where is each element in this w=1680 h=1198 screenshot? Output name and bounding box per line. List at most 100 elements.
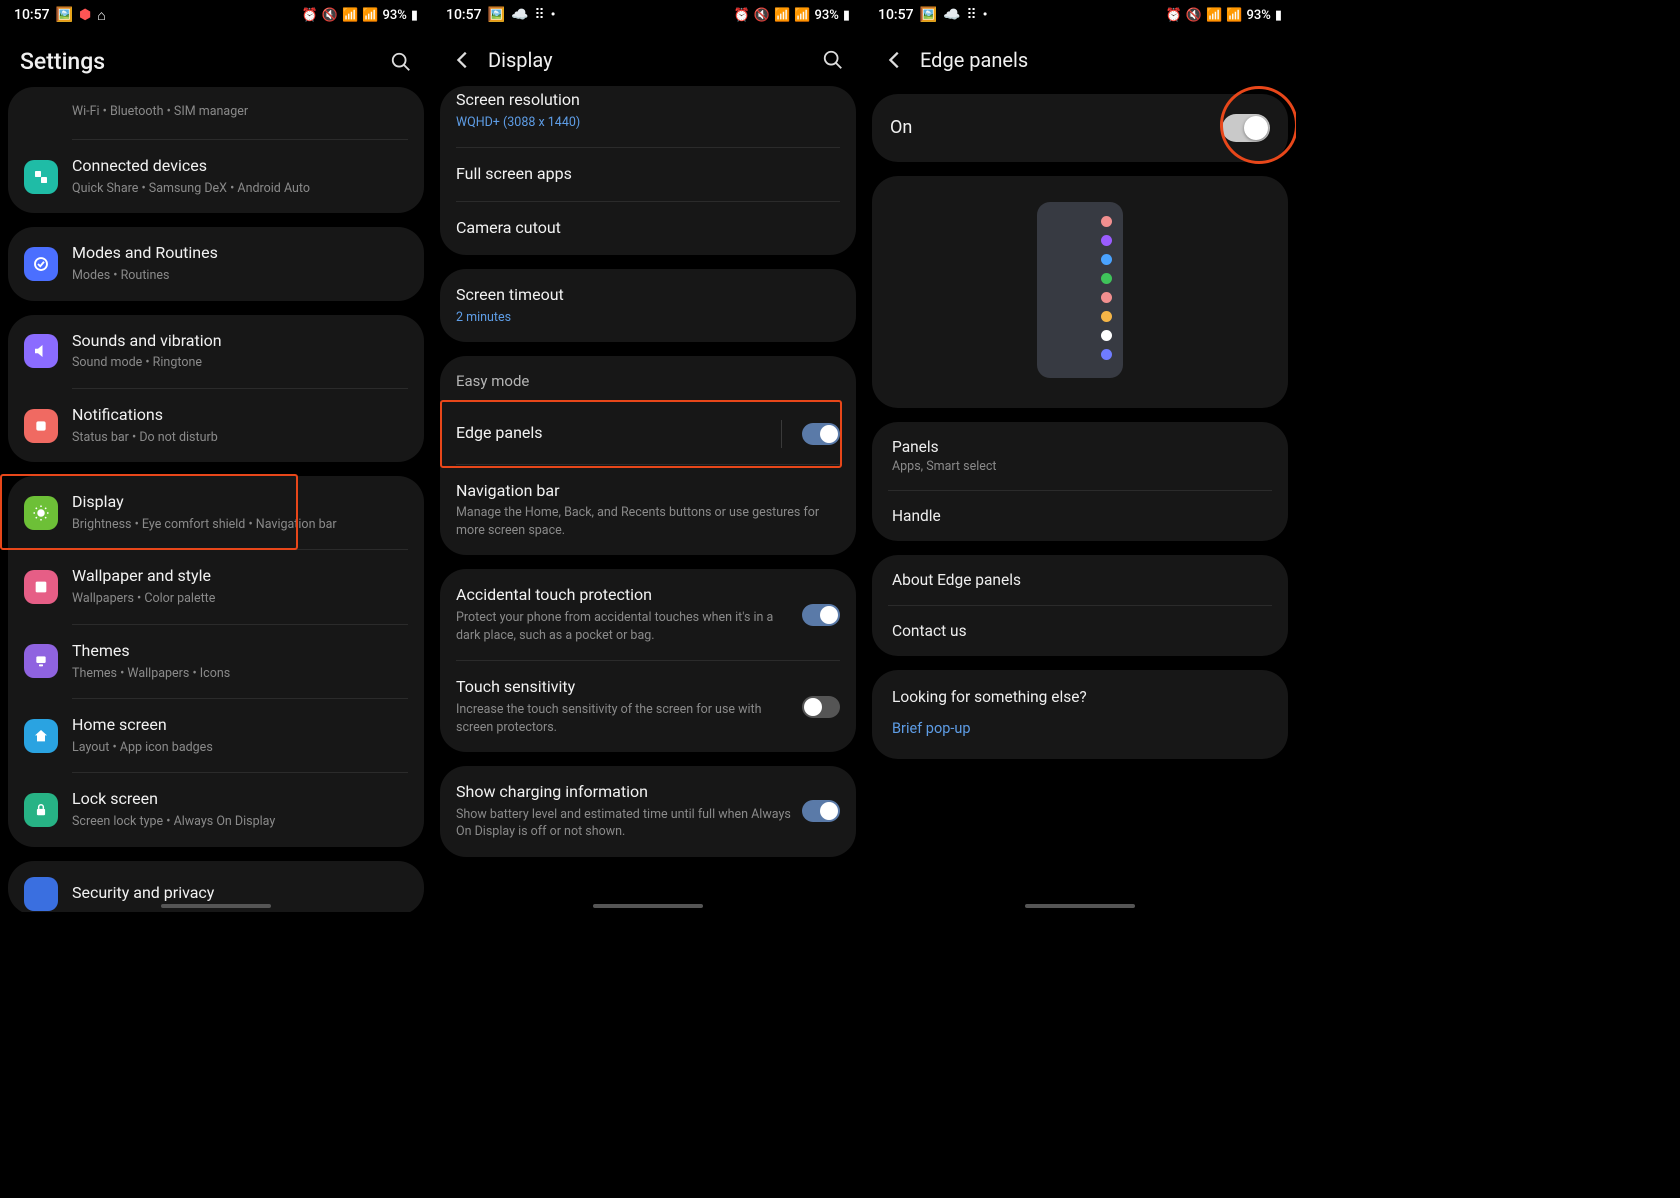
nav-indicator bbox=[161, 904, 271, 908]
brief-popup-link[interactable]: Brief pop-up bbox=[892, 720, 1268, 737]
back-button[interactable] bbox=[452, 49, 474, 71]
row-title: Camera cutout bbox=[456, 218, 840, 239]
search-button[interactable] bbox=[822, 49, 844, 71]
row-sub: Protect your phone from accidental touch… bbox=[456, 609, 792, 644]
row-lock-screen[interactable]: Lock screen Screen lock type • Always On… bbox=[8, 773, 424, 846]
row-navigation-bar[interactable]: Navigation bar Manage the Home, Back, an… bbox=[440, 465, 856, 556]
status-app-icon: ⬢ bbox=[79, 7, 91, 23]
row-title: Screen timeout bbox=[456, 285, 840, 306]
row-screen-timeout[interactable]: Screen timeout 2 minutes bbox=[440, 269, 856, 342]
wallpaper-icon bbox=[24, 570, 58, 604]
lock-screen-icon bbox=[24, 793, 58, 827]
row-sounds[interactable]: Sounds and vibration Sound mode • Ringto… bbox=[8, 315, 424, 388]
row-sub: Manage the Home, Back, and Recents butto… bbox=[456, 504, 840, 539]
display-icon bbox=[24, 496, 58, 530]
search-button[interactable] bbox=[390, 51, 412, 73]
display-header: Display bbox=[432, 30, 864, 94]
row-full-screen-apps[interactable]: Full screen apps bbox=[440, 148, 856, 201]
row-sub: Wallpapers • Color palette bbox=[72, 590, 408, 608]
row-sub: Modes • Routines bbox=[72, 267, 408, 285]
preview-box bbox=[1037, 202, 1123, 378]
row-title: Notifications bbox=[72, 405, 408, 426]
row-connections-partial[interactable]: Wi-Fi • Bluetooth • SIM manager bbox=[8, 87, 424, 139]
card-panels-handle: Panels Apps, Smart select Handle bbox=[872, 422, 1288, 541]
back-button[interactable] bbox=[884, 49, 906, 71]
row-title: Easy mode bbox=[456, 372, 840, 392]
nav-indicator bbox=[1025, 904, 1135, 908]
card-resolution-group: Screen resolution WQHD+ (3088 x 1440) Fu… bbox=[440, 86, 856, 255]
row-title: Edge panels bbox=[456, 423, 775, 444]
accidental-touch-toggle[interactable] bbox=[802, 604, 840, 626]
row-charging-info[interactable]: Show charging information Show battery l… bbox=[440, 766, 856, 857]
row-touch-sensitivity[interactable]: Touch sensitivity Increase the touch sen… bbox=[440, 661, 856, 752]
row-themes[interactable]: Themes Themes • Wallpapers • Icons bbox=[8, 625, 424, 698]
row-handle[interactable]: Handle bbox=[872, 491, 1288, 541]
battery-icon: ▮ bbox=[411, 8, 418, 23]
preview-dot bbox=[1101, 273, 1112, 284]
row-accidental-touch[interactable]: Accidental touch protection Protect your… bbox=[440, 569, 856, 660]
settings-card-display-group: Display Brightness • Eye comfort shield … bbox=[8, 476, 424, 846]
row-sub: WQHD+ (3088 x 1440) bbox=[456, 114, 840, 132]
row-title: Wallpaper and style bbox=[72, 566, 408, 587]
row-title: Themes bbox=[72, 641, 408, 662]
edge-panels-toggle[interactable] bbox=[802, 423, 840, 445]
page-title: Display bbox=[488, 48, 822, 72]
row-title: Accidental touch protection bbox=[456, 585, 792, 606]
signal-icon: 📶 bbox=[362, 8, 378, 23]
row-sub: 2 minutes bbox=[456, 309, 840, 327]
row-panels[interactable]: Panels Apps, Smart select bbox=[872, 422, 1288, 490]
row-connected-devices[interactable]: Connected devices Quick Share • Samsung … bbox=[8, 140, 424, 213]
edge-master-toggle[interactable] bbox=[1222, 114, 1270, 142]
row-home-screen[interactable]: Home screen Layout • App icon badges bbox=[8, 699, 424, 772]
row-title: Touch sensitivity bbox=[456, 677, 792, 698]
row-on-toggle[interactable]: On bbox=[872, 94, 1288, 162]
row-contact-us[interactable]: Contact us bbox=[872, 606, 1288, 656]
row-title: Full screen apps bbox=[456, 164, 840, 185]
toggle-divider bbox=[781, 420, 782, 448]
modes-icon bbox=[24, 247, 58, 281]
row-sub: Show battery level and estimated time un… bbox=[456, 806, 792, 841]
status-time: 10:57 bbox=[14, 7, 50, 23]
row-sub: Status bar • Do not disturb bbox=[72, 429, 408, 447]
status-bar: 10:57 🖼️ ⬢ ⌂ ⏰ 🔇 📶 📶 93% ▮ bbox=[0, 0, 432, 30]
row-title: Security and privacy bbox=[72, 883, 408, 904]
row-title: Navigation bar bbox=[456, 481, 840, 502]
mute-icon: 🔇 bbox=[322, 8, 338, 23]
status-time: 10:57 bbox=[446, 7, 482, 23]
touch-sensitivity-toggle[interactable] bbox=[802, 696, 840, 718]
row-notifications[interactable]: Notifications Status bar • Do not distur… bbox=[8, 389, 424, 462]
preview-dot bbox=[1101, 311, 1112, 322]
row-display[interactable]: Display Brightness • Eye comfort shield … bbox=[8, 476, 424, 549]
notifications-icon bbox=[24, 409, 58, 443]
status-bar: 10:57 🖼️ ☁️ ⠿ • ⏰ 🔇 📶 📶 93% ▮ bbox=[864, 0, 1296, 30]
status-home-icon: ⌂ bbox=[97, 7, 105, 24]
row-sub: Apps, Smart select bbox=[892, 459, 1268, 474]
settings-card-connections: Wi-Fi • Bluetooth • SIM manager Connecte… bbox=[8, 87, 424, 213]
row-sub: Increase the touch sensitivity of the sc… bbox=[456, 701, 792, 736]
row-title: Modes and Routines bbox=[72, 243, 408, 264]
row-title: Connected devices bbox=[72, 156, 408, 177]
row-wallpaper[interactable]: Wallpaper and style Wallpapers • Color p… bbox=[8, 550, 424, 623]
row-sub: Wi-Fi • Bluetooth • SIM manager bbox=[72, 103, 408, 121]
row-easy-mode[interactable]: Easy mode bbox=[440, 356, 856, 402]
mute-icon: 🔇 bbox=[1186, 8, 1202, 23]
row-title: Handle bbox=[892, 507, 1268, 525]
row-edge-panels[interactable]: Edge panels bbox=[440, 402, 856, 466]
home-screen-icon bbox=[24, 719, 58, 753]
row-sub: Quick Share • Samsung DeX • Android Auto bbox=[72, 180, 408, 198]
row-modes-routines[interactable]: Modes and Routines Modes • Routines bbox=[8, 227, 424, 300]
signal-icon: 📶 bbox=[1226, 8, 1242, 23]
alarm-icon: ⏰ bbox=[734, 8, 750, 23]
row-title: Display bbox=[72, 492, 408, 513]
status-bar: 10:57 🖼️ ☁️ ⠿ • ⏰ 🔇 📶 📶 93% ▮ bbox=[432, 0, 864, 30]
card-touch-group: Accidental touch protection Protect your… bbox=[440, 569, 856, 752]
signal-icon: 📶 bbox=[794, 8, 810, 23]
row-screen-resolution[interactable]: Screen resolution WQHD+ (3088 x 1440) bbox=[440, 86, 856, 147]
nav-indicator bbox=[593, 904, 703, 908]
card-looking-for: Looking for something else? Brief pop-up bbox=[872, 670, 1288, 759]
charging-info-toggle[interactable] bbox=[802, 800, 840, 822]
row-camera-cutout[interactable]: Camera cutout bbox=[440, 202, 856, 255]
row-about-edge[interactable]: About Edge panels bbox=[872, 555, 1288, 605]
settings-card-sounds: Sounds and vibration Sound mode • Ringto… bbox=[8, 315, 424, 463]
row-title: Panels bbox=[892, 438, 1268, 456]
